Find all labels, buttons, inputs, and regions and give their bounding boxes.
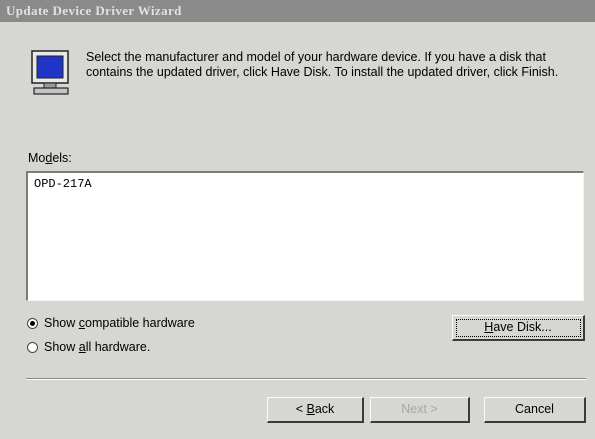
models-list[interactable]: OPD-217A: [26, 171, 584, 301]
separator: [26, 378, 586, 380]
window-title: Update Device Driver Wizard: [6, 3, 182, 18]
cancel-button[interactable]: Cancel: [484, 397, 586, 423]
list-item[interactable]: OPD-217A: [34, 177, 92, 191]
title-bar[interactable]: Update Device Driver Wizard: [0, 0, 595, 22]
monitor-icon: [31, 50, 69, 95]
radio-show-compatible[interactable]: Show compatible hardware: [27, 316, 195, 332]
wizard-window: Update Device Driver Wizard Select the m…: [0, 0, 595, 439]
radio-show-all-label: Show all hardware.: [44, 340, 151, 354]
next-button[interactable]: Next >: [370, 397, 470, 423]
radio-unchecked-icon[interactable]: [27, 342, 38, 353]
have-disk-button[interactable]: Have Disk...: [452, 315, 585, 341]
radio-checked-icon[interactable]: [27, 318, 38, 329]
models-label: Models:: [28, 151, 72, 165]
intro-text: Select the manufacturer and model of you…: [86, 50, 559, 79]
radio-show-compatible-label: Show compatible hardware: [44, 316, 195, 330]
back-button[interactable]: < Back: [267, 397, 364, 423]
radio-show-all[interactable]: Show all hardware.: [27, 340, 150, 356]
